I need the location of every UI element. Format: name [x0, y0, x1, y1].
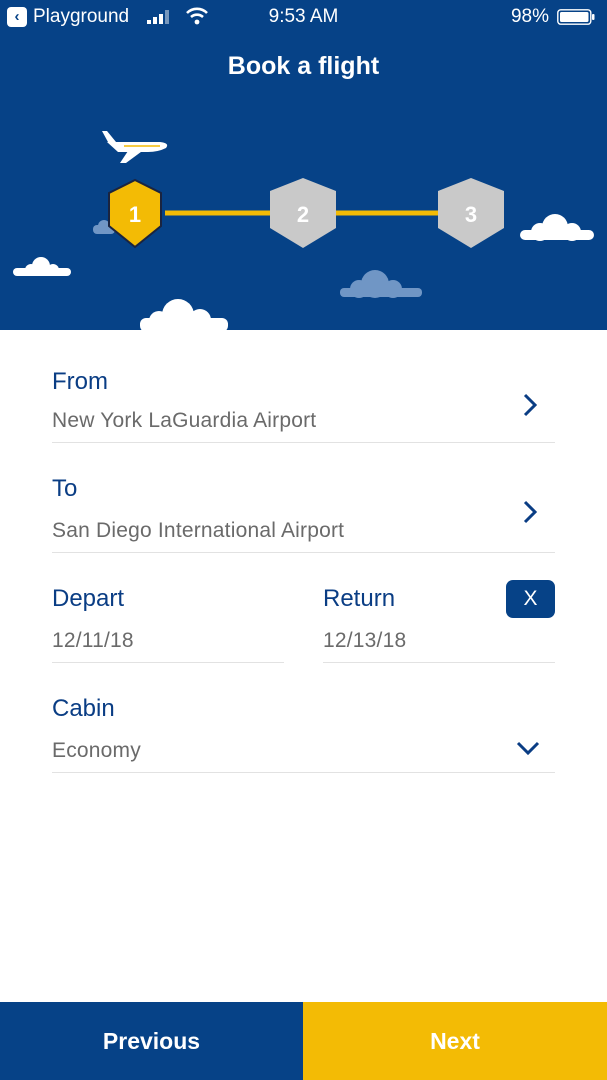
return-label: Return: [323, 585, 396, 612]
to-value: San Diego International Airport: [52, 519, 345, 542]
depart-label: Depart: [52, 585, 125, 612]
from-field[interactable]: From New York LaGuardia Airport: [52, 368, 555, 443]
page-title: Book a flight: [227, 52, 380, 80]
svg-text:2: 2: [297, 202, 309, 227]
chevron-down-icon[interactable]: [515, 739, 541, 757]
depart-value: 12/11/18: [52, 629, 134, 652]
step-2-badge: 2: [270, 178, 336, 248]
previous-button[interactable]: Previous: [0, 1002, 303, 1080]
cloud-icon: [140, 299, 228, 330]
cabin-value: Economy: [52, 739, 141, 762]
svg-text:3: 3: [465, 202, 477, 227]
step-3-badge: 3: [438, 178, 504, 248]
cabin-label: Cabin: [52, 695, 115, 722]
battery-percent: 98%: [510, 6, 549, 27]
footer-nav: Previous Next: [0, 1002, 607, 1080]
battery-icon: [557, 9, 595, 25]
cloud-icon: [13, 257, 71, 276]
clear-return-button[interactable]: X: [506, 580, 555, 618]
next-button[interactable]: Next: [303, 1002, 607, 1080]
chevron-right-icon[interactable]: [519, 392, 541, 418]
status-bar: ‹ Playground 9:53 AM 98%: [0, 0, 607, 34]
cloud-icon: [340, 270, 422, 298]
svg-text:1: 1: [129, 202, 141, 227]
booking-stepper: 1 2 3: [13, 131, 594, 330]
airplane-icon: [102, 131, 168, 163]
return-value: 12/13/18: [323, 629, 407, 652]
from-label: From: [52, 368, 108, 395]
step-1-badge: 1: [108, 178, 162, 249]
chevron-right-icon[interactable]: [519, 499, 541, 525]
from-value: New York LaGuardia Airport: [52, 409, 317, 432]
cabin-field[interactable]: Cabin Economy: [52, 695, 555, 773]
to-field[interactable]: To San Diego International Airport: [52, 475, 555, 553]
header-banner: ‹ Playground 9:53 AM 98% Book a flight 1…: [0, 0, 607, 330]
to-label: To: [52, 475, 78, 502]
cloud-icon: [520, 214, 594, 241]
depart-field[interactable]: Depart 12/11/18: [52, 585, 284, 663]
